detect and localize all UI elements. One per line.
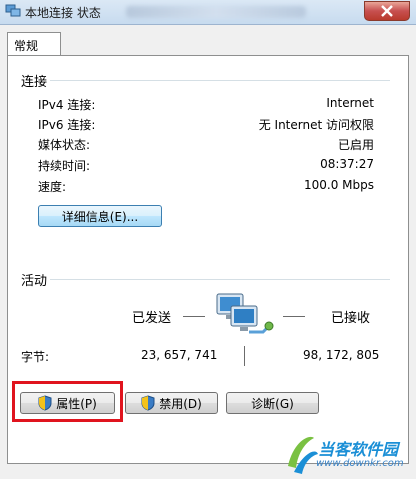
received-line <box>283 316 305 317</box>
blurred-title-region <box>126 6 306 18</box>
close-icon <box>381 5 393 17</box>
received-label: 已接收 <box>331 311 371 326</box>
ipv6-value: 无 Internet 访问权限 <box>258 118 374 132</box>
watermark-brand: 当客软件园 <box>318 440 399 459</box>
bytes-label: 字节: <box>21 350 50 364</box>
sent-line <box>183 316 205 317</box>
close-button[interactable] <box>364 1 410 21</box>
disable-button[interactable]: 禁用(D) <box>125 392 218 414</box>
ipv6-label: IPv6 连接: <box>38 118 96 132</box>
media-state-value: 已启用 <box>337 138 374 152</box>
connection-section-label: 连接 <box>21 75 48 90</box>
shield-icon <box>141 395 155 411</box>
disable-button-label: 禁用(D) <box>159 396 202 411</box>
network-computers-icon <box>216 293 274 334</box>
bytes-received-value: 98, 172, 805 <box>303 348 380 362</box>
tab-general-label: 常规 <box>14 39 39 53</box>
speed-value: 100.0 Mbps <box>303 178 374 192</box>
speed-label: 速度: <box>38 180 67 194</box>
network-icon <box>5 4 21 17</box>
activity-divider <box>50 279 390 280</box>
highlight-box <box>12 381 123 422</box>
activity-divider-vertical <box>244 346 245 366</box>
ipv4-value: Internet <box>326 96 374 110</box>
duration-value: 08:37:27 <box>320 157 374 171</box>
title-bar[interactable]: 本地连接 状态 <box>0 0 416 25</box>
tab-general[interactable]: 常规 <box>7 32 61 56</box>
sent-label: 已发送 <box>132 311 172 326</box>
connection-divider <box>50 80 390 81</box>
duration-label: 持续时间: <box>38 159 91 173</box>
activity-section-label: 活动 <box>21 274 48 289</box>
ipv4-label: IPv4 连接: <box>38 98 96 112</box>
window-title: 本地连接 状态 <box>25 6 101 20</box>
watermark-url: www.downkr.com <box>316 458 404 469</box>
bytes-sent-value: 23, 657, 741 <box>141 348 218 362</box>
diagnose-button[interactable]: 诊断(G) <box>226 392 319 414</box>
media-state-label: 媒体状态: <box>38 138 91 152</box>
details-button[interactable]: 详细信息(E)... <box>38 205 162 227</box>
